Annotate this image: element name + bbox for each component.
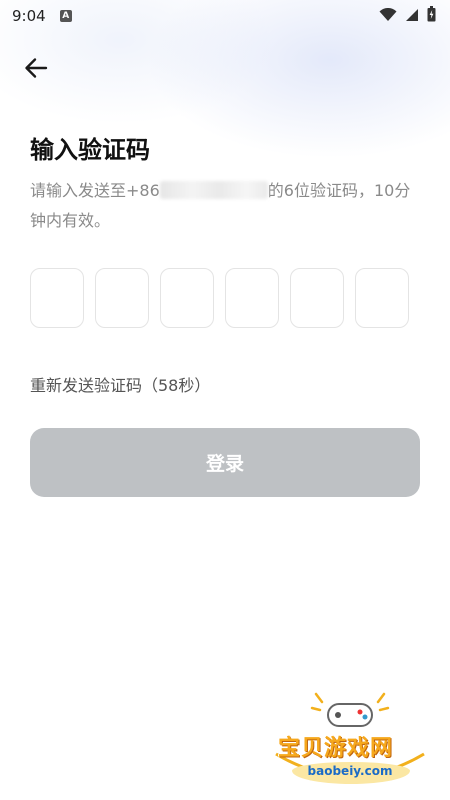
notification-a-icon: A <box>59 10 72 22</box>
watermark-logo: 宝贝游戏网 baobeiy.com <box>270 690 430 795</box>
code-digit-5[interactable] <box>290 268 344 328</box>
status-bar: 9:04 A <box>0 0 450 32</box>
watermark-name: 宝贝游戏网 <box>278 736 394 761</box>
battery-icon <box>427 6 436 26</box>
resend-code-countdown[interactable]: 重新发送验证码（58秒） <box>30 372 210 396</box>
verification-code-inputs <box>30 268 409 328</box>
subtitle-prefix: 请输入发送至+86 <box>30 181 160 200</box>
watermark-url: baobeiy.com <box>307 764 393 778</box>
masked-phone-number <box>159 181 268 199</box>
subtitle: 请输入发送至+86 的6位验证码，10分钟内有效。 <box>30 176 425 236</box>
code-digit-6[interactable] <box>355 268 409 328</box>
code-digit-4[interactable] <box>225 268 279 328</box>
code-digit-2[interactable] <box>95 268 149 328</box>
code-digit-1[interactable] <box>30 268 84 328</box>
page-title: 输入验证码 <box>30 136 150 164</box>
wifi-icon <box>379 7 397 26</box>
signal-icon <box>405 7 419 26</box>
login-button[interactable]: 登录 <box>30 428 420 497</box>
back-button[interactable] <box>20 56 52 84</box>
arrow-left-icon <box>24 57 48 83</box>
code-digit-3[interactable] <box>160 268 214 328</box>
status-icons <box>379 6 436 26</box>
status-time: 9:04 <box>12 7 46 25</box>
